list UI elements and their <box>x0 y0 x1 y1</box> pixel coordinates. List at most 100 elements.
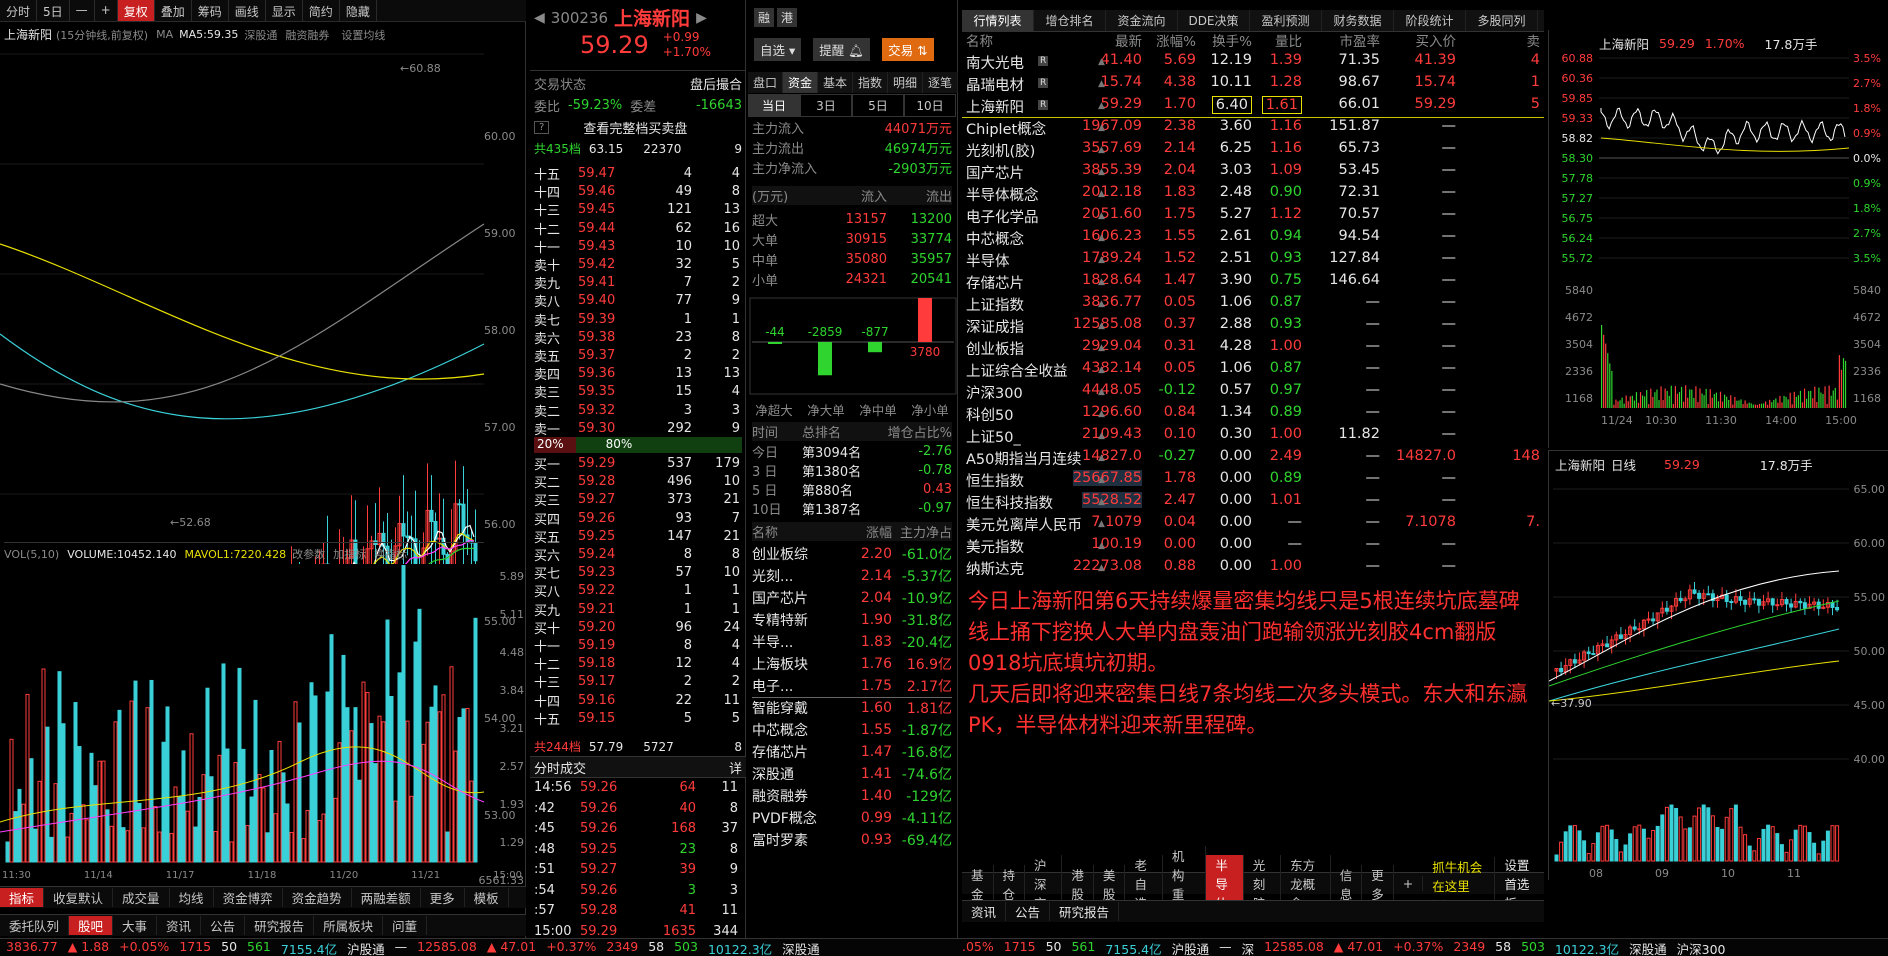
indicator-tab[interactable]: 模板 <box>465 888 509 907</box>
indicator-tab[interactable]: 资金趋势 <box>283 888 352 907</box>
indicator-tab[interactable]: 均线 <box>170 888 214 907</box>
quote-row[interactable]: 半导体概念 2012.18 1.83 2.48 0.90 72.31 — ▲ <box>962 184 1544 206</box>
order-level[interactable]: 买九 59.21 1 1 <box>534 600 742 619</box>
info-tab[interactable]: 大事 <box>113 916 158 935</box>
vol-add-indicator[interactable]: 加指标 <box>333 546 366 562</box>
quote-row[interactable]: 美元兑离岸人民币 7.1079 0.04 0.00— —7.1078 7. ▲ <box>962 514 1544 536</box>
order-level[interactable]: 十二 59.18 12 4 <box>534 654 742 673</box>
order-level[interactable]: 买十 59.20 96 24 <box>534 618 742 637</box>
quote-tab[interactable]: 行情列表 <box>962 10 1034 31</box>
order-level[interactable]: 十四 59.16 22 11 <box>534 691 742 710</box>
quote-row[interactable]: 上证50_ 2109.43 0.10 0.30 1.00 11.82 — ▲ <box>962 426 1544 448</box>
info-tab[interactable]: 股吧 <box>69 916 114 935</box>
tb-5day[interactable]: 5日 <box>37 0 70 21</box>
add-tab-icon[interactable]: + <box>1394 876 1424 891</box>
order-level[interactable]: 十一 59.43 10 10 <box>534 237 742 256</box>
period-tab[interactable]: 3日 <box>800 94 852 117</box>
tb-hide[interactable]: 隐藏 <box>340 0 377 21</box>
quote-row[interactable]: 光刻机(胶) 3557.69 2.14 6.25 1.16 65.73 — ▲ <box>962 140 1544 162</box>
quote-tab[interactable]: 增仓排名 <box>1034 10 1106 31</box>
alert-bell-icon[interactable]: ▲ <box>1098 123 1105 133</box>
fund-tab[interactable]: 基本 <box>818 72 853 93</box>
quote-row[interactable]: 沪深300 4448.05 -0.12 0.57 0.97 — — ▲ <box>962 382 1544 404</box>
order-level[interactable]: 买八 59.22 1 1 <box>534 581 742 600</box>
alert-bell-icon[interactable]: ▲ <box>1098 519 1105 529</box>
alert-bell-icon[interactable]: ▲ <box>1098 277 1105 287</box>
order-level[interactable]: 卖五 59.37 2 2 <box>534 346 742 365</box>
order-level[interactable]: 十五 59.47 4 4 <box>534 164 742 183</box>
alert-bell-icon[interactable]: ▲ <box>1098 365 1105 375</box>
fund-tab[interactable]: 指数 <box>853 72 888 93</box>
alert-bell-icon[interactable]: ▲ <box>1098 167 1105 177</box>
info-tab[interactable]: 委托队列 <box>0 916 70 935</box>
tb-zoom-out[interactable]: — <box>70 0 95 21</box>
intraday-mini[interactable]: 上海新阳 59.29 1.70% 17.8万手 60.88 60.36 59.85 5… <box>1548 30 1888 448</box>
alert-bell-icon[interactable]: ▲ <box>1098 387 1105 397</box>
quote-row[interactable]: 国产芯片 3855.39 2.04 3.03 1.09 53.45 — ▲ <box>962 162 1544 184</box>
sector-row[interactable]: 创业板综 2.20 -61.0亿 <box>752 544 952 564</box>
alert-bell-icon[interactable]: ▲ <box>1098 79 1105 89</box>
daily-chart[interactable]: 65.00 60.00 55.00 50.00 45.00 40.00 ←67.30 ←37.… <box>1549 471 1888 881</box>
order-level[interactable]: 卖八 59.40 77 9 <box>534 291 742 310</box>
alert-bell-icon[interactable]: ▲ <box>1098 145 1105 155</box>
order-level[interactable]: 卖二 59.32 3 3 <box>534 401 742 420</box>
watchlist-button[interactable]: 自选 ▾ <box>754 38 802 61</box>
quote-row[interactable]: 恒生科技指数 5528.52 2.47 0.00 1.01 — — ▲ <box>962 492 1544 514</box>
order-level[interactable]: 买二 59.28 496 10 <box>534 472 742 491</box>
sector-row[interactable]: 中芯概念 1.55 -1.87亿 <box>752 720 952 740</box>
ma-label[interactable]: MA <box>156 28 173 41</box>
news-tab[interactable]: 公告 <box>1006 902 1051 921</box>
order-level[interactable]: 卖七 59.39 1 1 <box>534 310 742 329</box>
order-level[interactable]: 十三 59.17 2 2 <box>534 672 742 691</box>
board-tab[interactable]: 持仓 <box>994 864 1026 903</box>
quote-row[interactable]: 电子化学品 2051.60 1.75 5.27 1.12 70.57 — ▲ <box>962 206 1544 228</box>
board-tab[interactable]: 基金 <box>962 864 994 903</box>
sector-row[interactable]: 智能穿戴 1.60 1.81亿 <box>752 698 952 718</box>
next-stock-icon[interactable]: ▶ <box>696 10 707 26</box>
order-level[interactable]: 卖九 59.41 7 2 <box>534 273 742 292</box>
quote-row[interactable]: 美元指数 100.19 0.00 0.00— — — ▲ <box>962 536 1544 558</box>
sector-row[interactable]: 上海板块 1.76 16.9亿 <box>752 654 952 674</box>
info-tab[interactable]: 研究报告 <box>245 916 315 935</box>
info-tab[interactable]: 问董 <box>383 916 428 935</box>
tb-zoom-in[interactable]: + <box>95 0 118 21</box>
alert-bell-icon[interactable]: ▲ <box>1098 299 1105 309</box>
alert-button[interactable]: 提醒 🔔︎ <box>813 38 871 61</box>
intraday-chart[interactable]: 60.88 60.36 59.85 59.33 58.82 58.30 57.78 57.27… <box>1549 48 1888 448</box>
alert-bell-icon[interactable]: ▲ <box>1098 431 1105 441</box>
order-level[interactable]: 买六 59.24 8 8 <box>534 545 742 564</box>
order-level[interactable]: 买四 59.26 93 7 <box>534 509 742 528</box>
alert-bell-icon[interactable]: ▲ <box>1098 233 1105 243</box>
alert-bell-icon[interactable]: ▲ <box>1098 409 1105 419</box>
set-ma-button[interactable]: 设置均线 <box>341 27 385 43</box>
order-level[interactable]: 卖四 59.36 13 13 <box>534 364 742 383</box>
tb-chips[interactable]: 筹码 <box>192 0 229 21</box>
order-level[interactable]: 买七 59.23 57 10 <box>534 563 742 582</box>
indicator-tab[interactable]: 成交量 <box>113 888 170 907</box>
order-level[interactable]: 十二 59.44 62 16 <box>534 219 742 238</box>
sector-row[interactable]: 存储芯片 1.47 -16.8亿 <box>752 742 952 762</box>
sector-row[interactable]: 国产芯片 2.04 -10.9亿 <box>752 588 952 608</box>
quote-row[interactable]: 半导体 1789.24 1.52 2.51 0.93 127.84 — ▲ <box>962 250 1544 272</box>
rong-button[interactable]: 融 <box>754 8 775 27</box>
tb-display[interactable]: 显示 <box>266 0 303 21</box>
tb-draw[interactable]: 画线 <box>229 0 266 21</box>
quote-row[interactable]: 中芯概念 1606.23 1.55 2.61 0.94 94.54 — ▲ <box>962 228 1544 250</box>
quote-tab[interactable]: DDE决策 <box>1178 10 1250 31</box>
fund-tab[interactable]: 资金 <box>783 72 818 93</box>
quote-row[interactable]: 恒生指数 25667.85 1.78 0.00 0.89 — — ▲ <box>962 470 1544 492</box>
indicator-tab[interactable]: 收复默认 <box>44 888 114 907</box>
alert-bell-icon[interactable]: ▲ <box>1098 343 1105 353</box>
quote-row[interactable]: 上证指数 3836.77 0.05 1.06 0.87 — — ▲ <box>962 294 1544 316</box>
order-level[interactable]: 十一 59.19 8 4 <box>534 636 742 655</box>
quote-row[interactable]: 晶瑞电材 15.74 4.38 10.11 1.28 98.67 15.74 1 ▲ R <box>962 74 1544 96</box>
board-tab[interactable]: 港股 <box>1062 864 1094 903</box>
quote-row[interactable]: 创业板指 2929.04 0.31 4.28 1.00 — — ▲ <box>962 338 1544 360</box>
tb-simple[interactable]: 简约 <box>303 0 340 21</box>
order-level[interactable]: 卖六 59.38 23 8 <box>534 328 742 347</box>
sector-row[interactable]: 富时罗素 0.93 -69.4亿 <box>752 830 952 850</box>
alert-bell-icon[interactable]: ▲ <box>1098 255 1105 265</box>
alert-bell-icon[interactable]: ▲ <box>1098 211 1105 221</box>
period-tab[interactable]: 5日 <box>852 94 904 117</box>
news-tab[interactable]: 资讯 <box>962 902 1007 921</box>
